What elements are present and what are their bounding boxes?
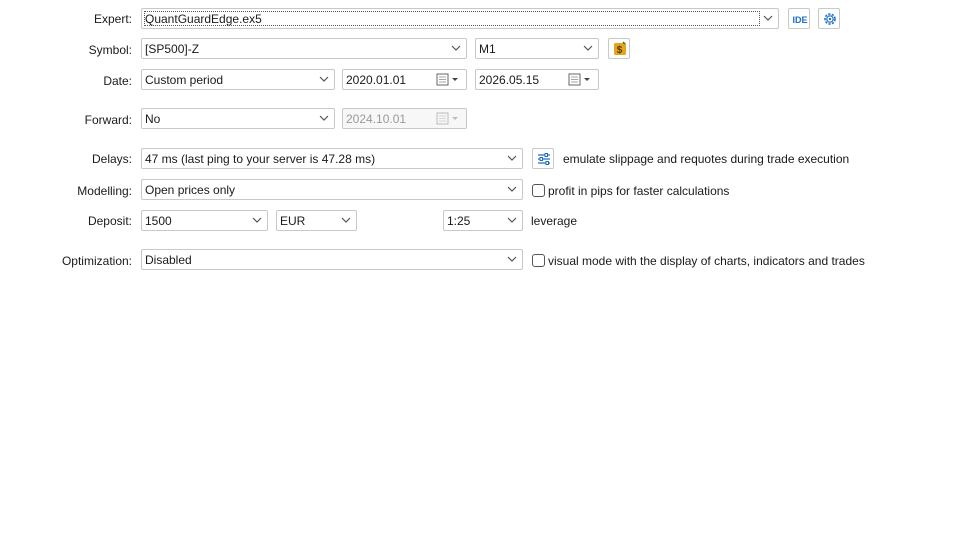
- calendar-icon[interactable]: [436, 72, 462, 87]
- deposit-value: 1500: [145, 214, 172, 228]
- chevron-down-icon: [251, 214, 263, 226]
- expert-label: Expert:: [93, 12, 132, 26]
- profit-in-pips-checkbox[interactable]: [532, 184, 545, 197]
- date-from-value: 2020.01.01: [346, 73, 407, 87]
- ide-icon: IDE: [792, 15, 807, 25]
- emulate-slippage-text: emulate slippage and requotes during tra…: [563, 152, 850, 166]
- forward-date-value: 2024.10.01: [346, 112, 407, 126]
- leverage-text: leverage: [531, 214, 578, 228]
- delays-label: Delays:: [91, 152, 132, 166]
- timeframe-select[interactable]: M1: [475, 38, 599, 59]
- gear-icon: [824, 13, 836, 25]
- profit-in-pips-text: profit in pips for faster calculations: [548, 184, 730, 198]
- forward-select[interactable]: No: [141, 108, 335, 129]
- modelling-label: Modelling:: [77, 184, 132, 198]
- chevron-down-icon: [318, 73, 330, 85]
- chevron-down-icon: [450, 42, 462, 54]
- symbol-properties-button[interactable]: $: [608, 38, 630, 59]
- leverage-select[interactable]: 1:25: [443, 210, 523, 231]
- modelling-value: Open prices only: [145, 183, 236, 197]
- chevron-down-icon: [762, 12, 774, 24]
- expert-select[interactable]: QuantGuardEdge.ex5: [141, 8, 779, 29]
- chevron-down-icon: [506, 152, 518, 164]
- delays-select[interactable]: 47 ms (last ping to your server is 47.28…: [141, 148, 523, 169]
- symbol-value: [SP500]-Z: [145, 42, 200, 56]
- date-to-value: 2026.05.15: [479, 73, 540, 87]
- symbol-select[interactable]: [SP500]-Z: [141, 38, 467, 59]
- leverage-value: 1:25: [447, 214, 471, 228]
- date-to-picker[interactable]: 2026.05.15: [475, 69, 599, 90]
- slippage-settings-button[interactable]: [532, 148, 554, 169]
- visual-mode-checkbox[interactable]: [532, 254, 545, 267]
- optimization-value: Disabled: [145, 253, 192, 267]
- chevron-down-icon: [506, 253, 518, 265]
- date-label: Date:: [103, 74, 132, 88]
- optimization-select[interactable]: Disabled: [141, 249, 523, 270]
- chevron-down-icon: [506, 214, 518, 226]
- timeframe-value: M1: [479, 42, 496, 56]
- forward-label: Forward:: [84, 113, 132, 127]
- symbol-properties-icon: $: [614, 41, 626, 56]
- chevron-down-icon: [582, 42, 594, 54]
- chevron-down-icon: [506, 183, 518, 195]
- deposit-label: Deposit:: [87, 214, 132, 228]
- expert-settings-button[interactable]: [818, 8, 840, 29]
- deposit-select[interactable]: 1500: [141, 210, 268, 231]
- optimization-label: Optimization:: [61, 254, 132, 268]
- sliders-icon: [538, 153, 550, 165]
- svg-text:IDE: IDE: [792, 15, 807, 25]
- currency-select[interactable]: EUR: [276, 210, 357, 231]
- chevron-down-icon: [340, 214, 352, 226]
- modelling-select[interactable]: Open prices only: [141, 179, 523, 200]
- chevron-down-icon: [318, 112, 330, 124]
- date-period-value: Custom period: [145, 73, 224, 87]
- visual-mode-text: visual mode with the display of charts, …: [548, 254, 865, 268]
- currency-value: EUR: [280, 214, 306, 228]
- calendar-icon[interactable]: [568, 72, 594, 87]
- expert-value: QuantGuardEdge.ex5: [145, 12, 262, 26]
- forward-date-picker: 2024.10.01: [342, 108, 467, 129]
- svg-text:$: $: [617, 45, 623, 56]
- calendar-icon: [436, 111, 462, 126]
- symbol-label: Symbol:: [88, 43, 132, 57]
- date-period-select[interactable]: Custom period: [141, 69, 335, 90]
- ide-button[interactable]: IDE: [788, 8, 810, 29]
- forward-value: No: [145, 112, 161, 126]
- date-from-picker[interactable]: 2020.01.01: [342, 69, 467, 90]
- delays-value: 47 ms (last ping to your server is 47.28…: [145, 152, 376, 166]
